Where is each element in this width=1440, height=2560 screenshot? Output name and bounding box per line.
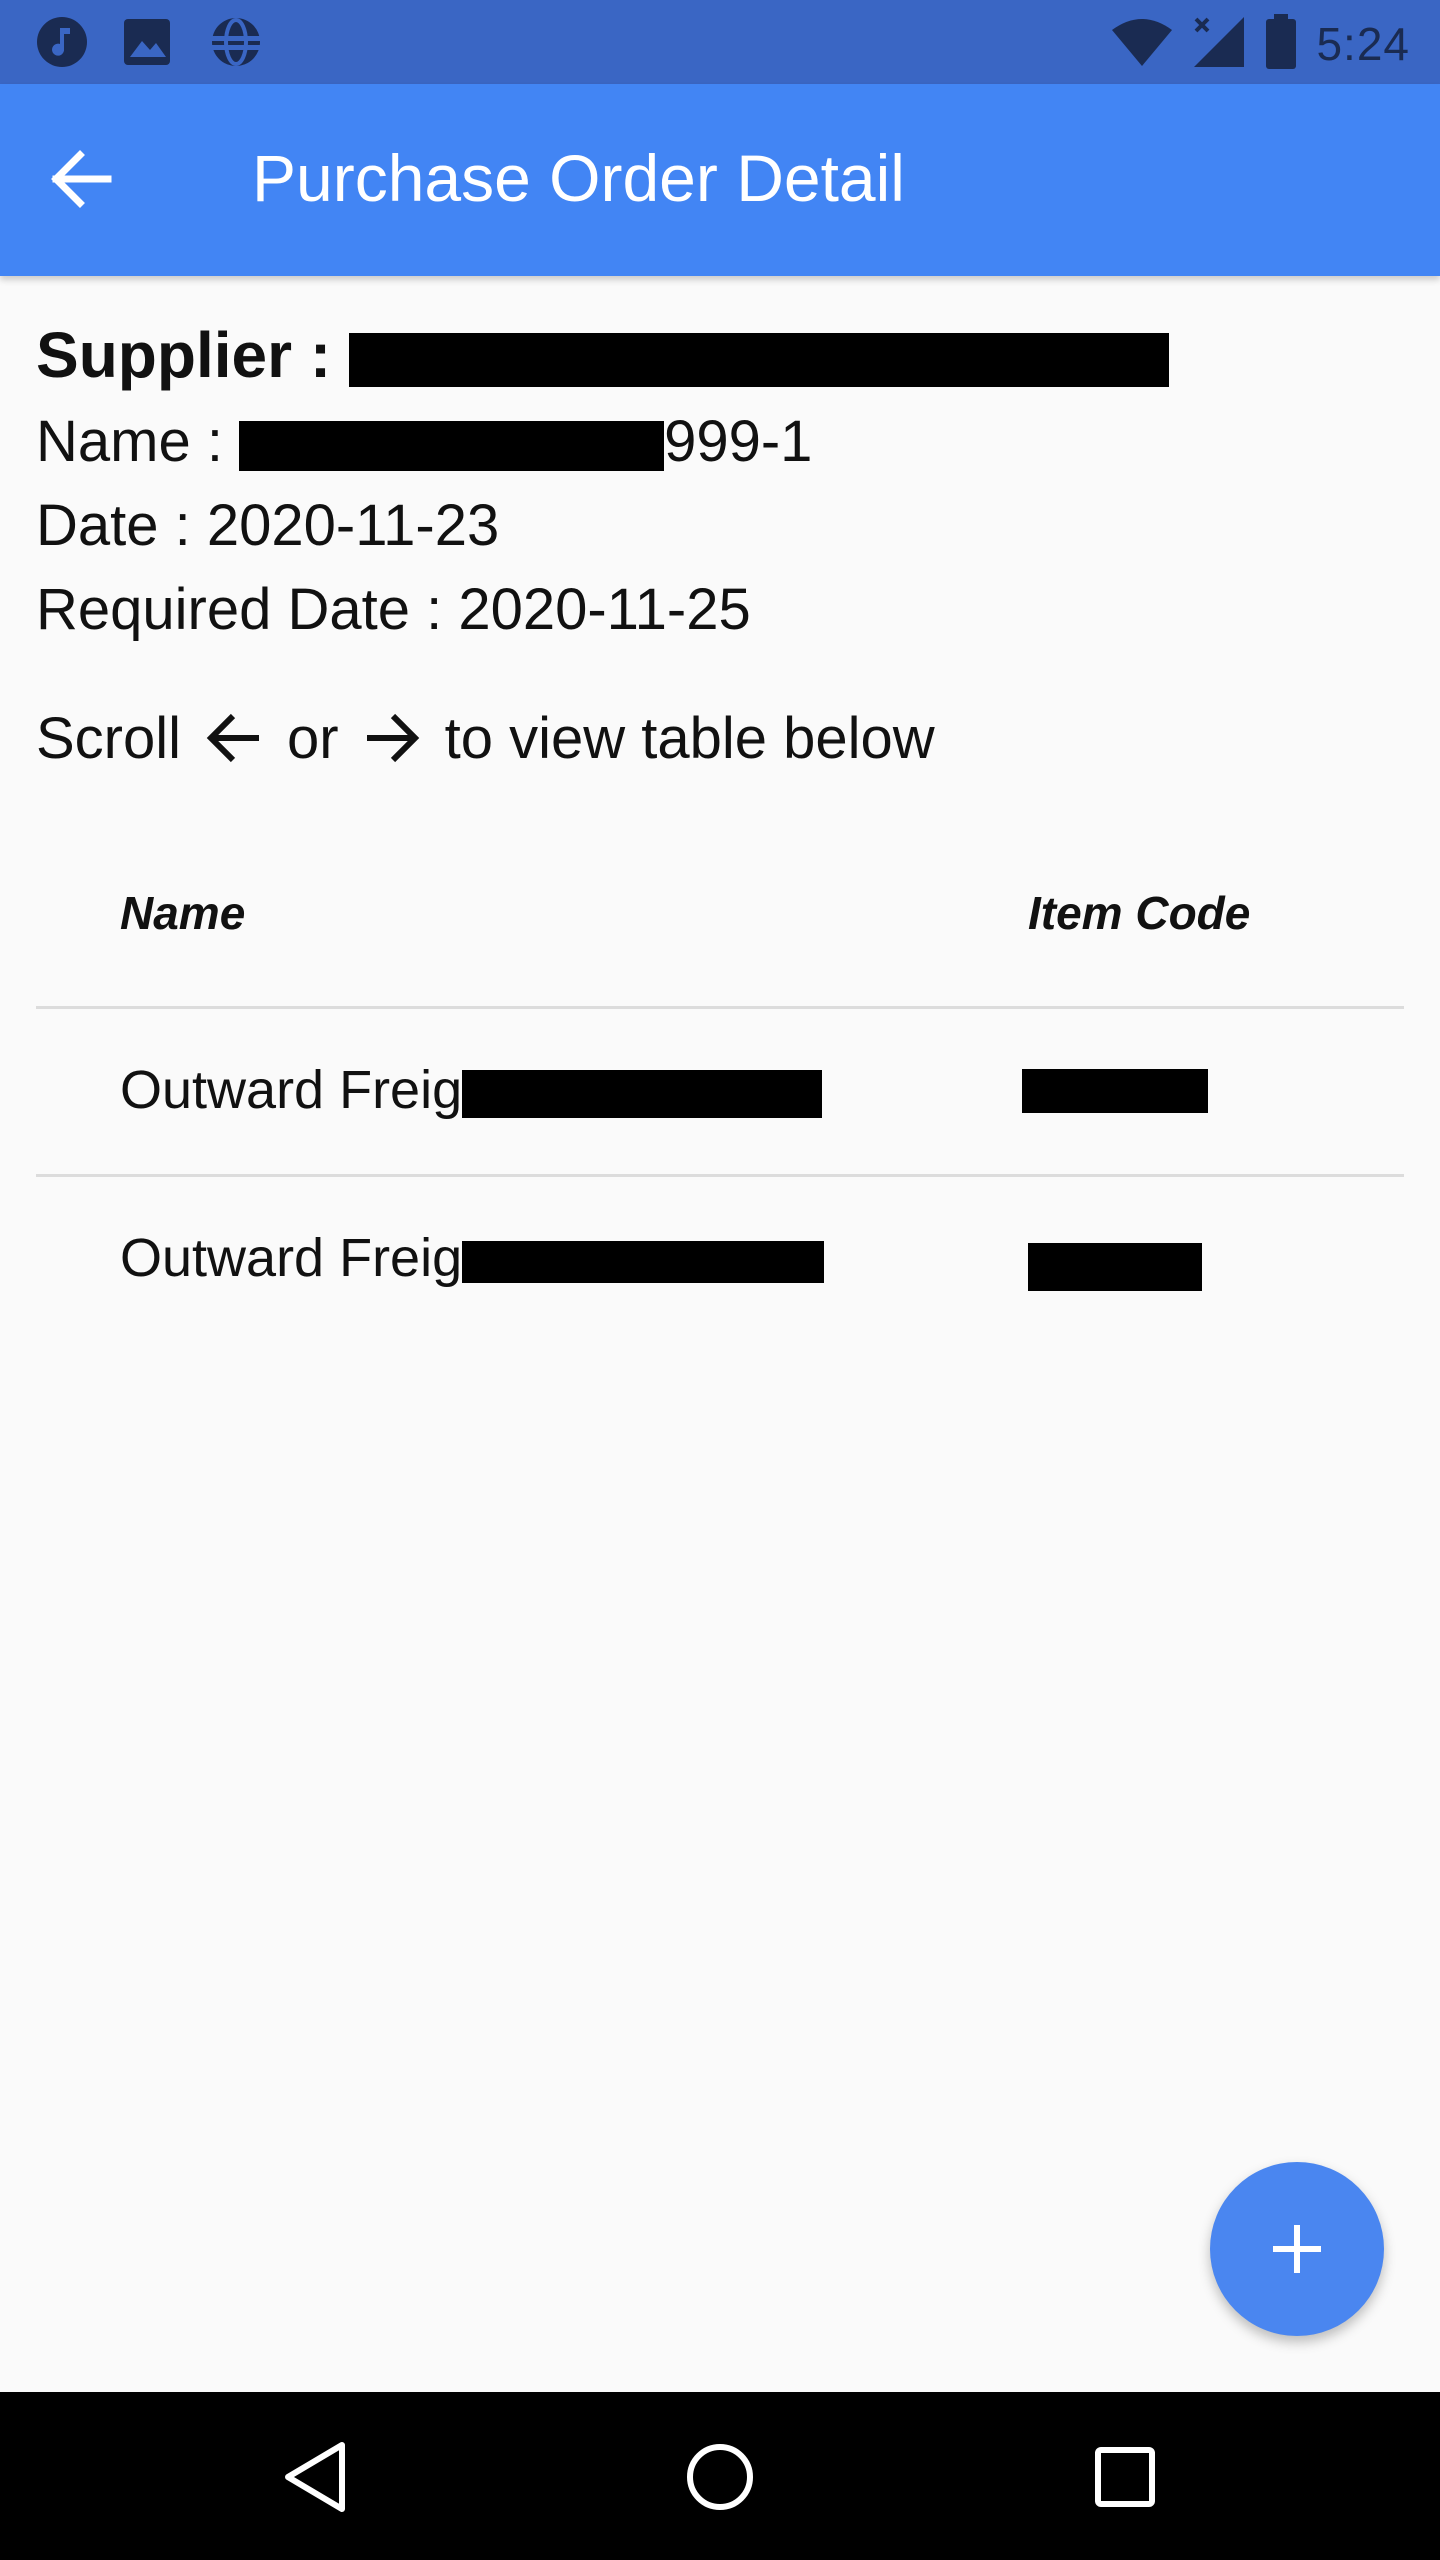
row-name-text: Outward Freig: [120, 1228, 463, 1288]
items-table[interactable]: Name Item Code Outward Freig Outward Fre…: [36, 840, 1404, 1342]
scroll-hint-or: or: [287, 705, 339, 771]
row-name-text: Outward Freig: [120, 1060, 463, 1120]
required-date-value: 2020-11-25: [458, 577, 751, 642]
date-label: Date :: [36, 493, 207, 558]
redacted-item-code: [1022, 1069, 1208, 1113]
scroll-hint-suffix: to view table below: [444, 705, 935, 771]
home-circle-icon: [687, 2444, 753, 2510]
arrow-right-icon: [361, 707, 423, 769]
back-triangle-icon: [285, 2442, 345, 2512]
name-line: Name : 999-1: [36, 400, 1404, 484]
column-header-name: Name: [120, 887, 246, 939]
arrow-left-icon: [203, 707, 265, 769]
column-header-item-code: Item Code: [1028, 887, 1251, 939]
required-date-label: Required Date :: [36, 577, 459, 642]
music-note-icon: [36, 16, 88, 72]
date-line: Date : 2020-11-23: [36, 484, 1404, 568]
add-button[interactable]: [1210, 2162, 1384, 2336]
back-button[interactable]: [36, 134, 126, 224]
plus-icon: [1273, 2225, 1321, 2273]
vpn-globe-icon: [206, 16, 266, 72]
wifi-icon: [1110, 16, 1174, 72]
row-name-cell: Outward Freig: [120, 1227, 825, 1289]
name-value-suffix: 999-1: [664, 409, 813, 474]
table-row[interactable]: Outward Freig: [36, 1177, 1404, 1342]
redacted-supplier: [348, 333, 1169, 388]
table-header: Name Item Code: [36, 840, 1404, 1009]
supplier-label: Supplier :: [36, 319, 349, 391]
page-title: Purchase Order Detail: [252, 141, 905, 215]
redacted-name-part: [462, 1240, 825, 1283]
arrow-left-icon: [51, 150, 112, 208]
date-value: 2020-11-23: [206, 493, 500, 558]
name-label: Name :: [36, 409, 240, 474]
signal-icon: [1192, 15, 1246, 73]
status-time: 5:24: [1316, 18, 1410, 70]
supplier-line: Supplier :: [36, 310, 1404, 400]
required-date-line: Required Date : 2020-11-25: [36, 568, 1404, 652]
app-bar: Purchase Order Detail: [0, 84, 1440, 276]
redacted-name: [239, 420, 665, 471]
battery-icon: [1264, 14, 1298, 74]
status-bar: 5:24: [0, 0, 1440, 84]
row-name-cell: Outward Freig: [120, 1059, 823, 1121]
image-icon: [122, 17, 172, 71]
redacted-item-code: [1028, 1243, 1202, 1291]
nav-recents-button[interactable]: [1080, 2432, 1170, 2522]
redacted-name-part: [462, 1069, 823, 1118]
nav-home-button[interactable]: [675, 2432, 765, 2522]
order-details: Supplier : Name : 999-1 Date : 2020-11-2…: [36, 310, 1404, 780]
navigation-bar: [0, 2392, 1440, 2560]
scroll-hint: Scroll or to view table below: [36, 696, 1404, 780]
table-row[interactable]: Outward Freig: [36, 1009, 1404, 1177]
scroll-hint-prefix: Scroll: [36, 705, 182, 771]
nav-back-button[interactable]: [270, 2432, 360, 2522]
recents-square-icon: [1095, 2447, 1155, 2507]
